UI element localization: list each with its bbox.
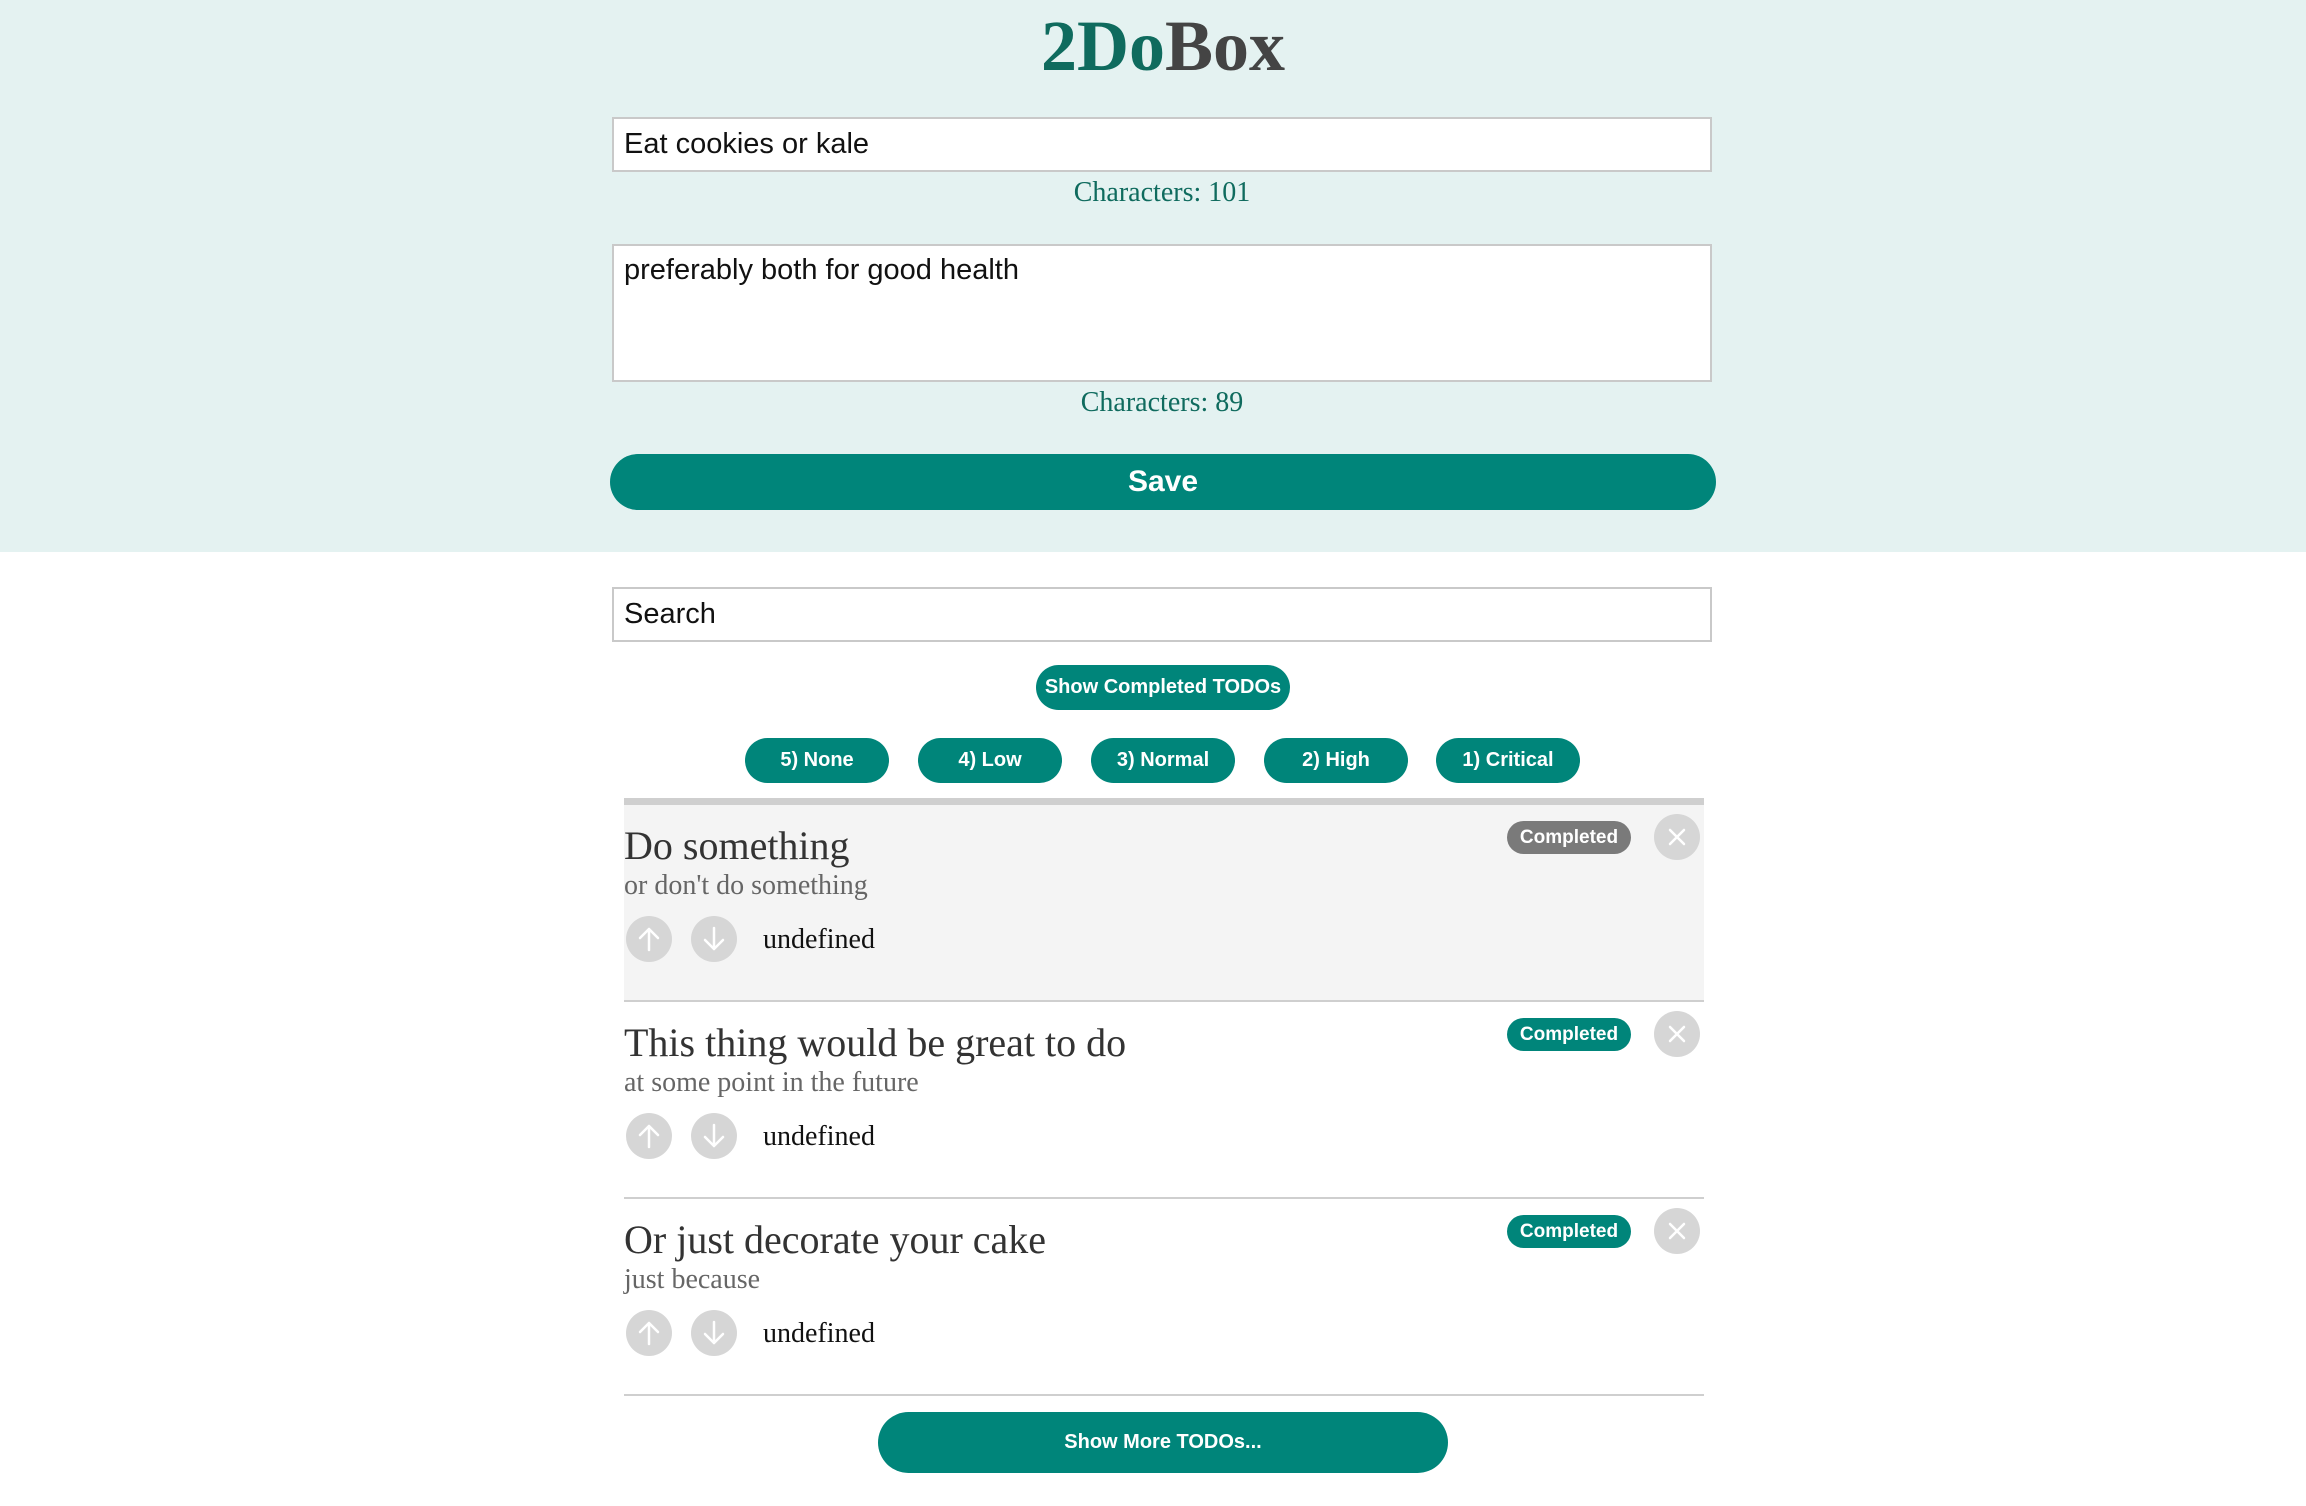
downvote-button[interactable] — [691, 1310, 737, 1356]
todo-title[interactable]: This thing would be great to do — [624, 1020, 1126, 1066]
todo-body[interactable]: or don't do something — [624, 870, 868, 902]
downvote-button[interactable] — [691, 916, 737, 962]
todo-importance: undefined — [763, 1121, 875, 1152]
arrow-up-icon — [638, 1321, 660, 1346]
arrow-down-icon — [703, 1123, 725, 1148]
filter-priority-high-button[interactable]: 2) High — [1264, 738, 1408, 783]
arrow-down-icon — [703, 1320, 725, 1345]
completed-toggle-button[interactable]: Completed — [1507, 1215, 1631, 1248]
upvote-button[interactable] — [626, 1310, 672, 1356]
todo-importance: undefined — [763, 924, 875, 955]
body-character-count: Characters: 89 — [1080, 387, 1244, 418]
arrow-up-icon — [638, 1124, 660, 1149]
app-title: 2DoBox — [0, 6, 2306, 86]
save-button[interactable]: Save — [610, 454, 1716, 510]
downvote-button[interactable] — [691, 1113, 737, 1159]
show-completed-todos-button[interactable]: Show Completed TODOs — [1036, 665, 1290, 710]
upvote-button[interactable] — [626, 916, 672, 962]
close-icon — [1668, 1222, 1686, 1240]
todo-title[interactable]: Or just decorate your cake — [624, 1217, 1046, 1263]
todo-card: Or just decorate your cake just because … — [624, 1199, 1704, 1396]
search-input[interactable] — [612, 587, 1712, 642]
title-character-count: Characters: 101 — [1073, 177, 1251, 208]
delete-todo-button[interactable] — [1654, 1011, 1700, 1057]
filter-priority-critical-button[interactable]: 1) Critical — [1436, 738, 1580, 783]
todo-card: Do something or don't do something undef… — [624, 805, 1704, 1002]
todo-title-input[interactable] — [612, 117, 1712, 172]
close-icon — [1668, 828, 1686, 846]
todo-importance: undefined — [763, 1318, 875, 1349]
todo-card: This thing would be great to do at some … — [624, 1002, 1704, 1199]
todo-title[interactable]: Do something — [624, 823, 850, 869]
arrow-up-icon — [638, 927, 660, 952]
upvote-button[interactable] — [626, 1113, 672, 1159]
arrow-down-icon — [703, 926, 725, 951]
todo-body[interactable]: at some point in the future — [624, 1067, 919, 1099]
completed-toggle-button[interactable]: Completed — [1507, 821, 1631, 854]
filter-priority-none-button[interactable]: 5) None — [745, 738, 889, 783]
filter-priority-normal-button[interactable]: 3) Normal — [1091, 738, 1235, 783]
todo-body[interactable]: just because — [624, 1264, 760, 1296]
todo-list-divider — [624, 798, 1704, 805]
close-icon — [1668, 1025, 1686, 1043]
app-title-2do: 2Do — [1040, 6, 1165, 86]
delete-todo-button[interactable] — [1654, 814, 1700, 860]
delete-todo-button[interactable] — [1654, 1208, 1700, 1254]
filter-priority-low-button[interactable]: 4) Low — [918, 738, 1062, 783]
completed-toggle-button[interactable]: Completed — [1507, 1018, 1631, 1051]
todo-body-input[interactable]: preferably both for good health — [612, 244, 1712, 382]
show-more-todos-button[interactable]: Show More TODOs... — [878, 1412, 1448, 1473]
app-title-box: Box — [1164, 6, 1286, 86]
